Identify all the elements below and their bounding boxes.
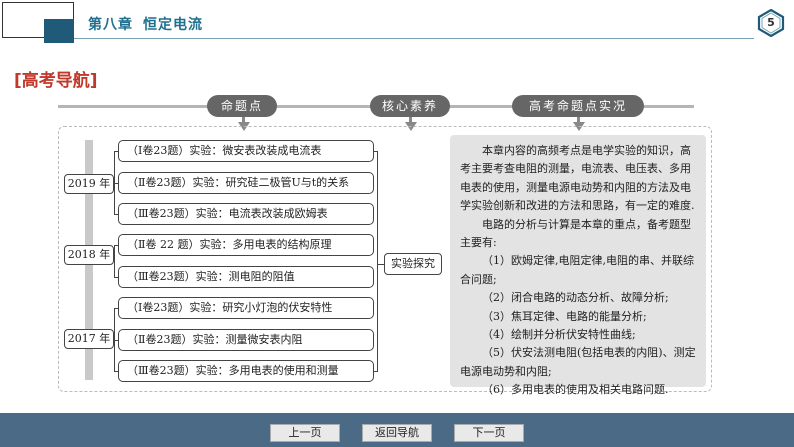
desc-paragraph-1: 本章内容的高频考点是电学实验的知识，高考主要考查电阻的测量，电流表、电压表、多用… bbox=[460, 144, 695, 213]
exam-item-2019-2: （Ⅱ卷23题）实验：研究硅二极管U与t的关系 bbox=[118, 172, 374, 194]
bracket-line bbox=[377, 151, 378, 372]
next-page-button[interactable]: 下一页 bbox=[454, 424, 524, 442]
description-box: 本章内容的高频考点是电学实验的知识，高考主要考查电阻的测量，电流表、电压表、多用… bbox=[450, 135, 706, 396]
pill-exam-reality: 高考命题点实况 bbox=[512, 95, 644, 117]
header-rule bbox=[74, 38, 754, 39]
exam-item-2019-1: （Ⅰ卷23题）实验：微安表改装成电流表 bbox=[118, 140, 374, 162]
pill-core-literacy: 核心素养 bbox=[370, 95, 450, 117]
page-number: 5 bbox=[767, 16, 775, 29]
desc-list-item: （1）欧姆定律,电阻定律,电阻的串、并联综合问题; bbox=[460, 254, 694, 286]
exam-item-2017-1: （Ⅰ卷23题）实验：研究小灯泡的伏安特性 bbox=[118, 297, 374, 319]
desc-list-item: （5）伏安法测电阻(包括电表的内阻)、测定电源电动势和内阻; bbox=[460, 346, 696, 378]
year-2017: 2017 年 bbox=[64, 329, 114, 349]
exam-item-2019-3: （Ⅲ卷23题）实验：电流表改装成欧姆表 bbox=[118, 203, 374, 225]
chapter-topic: 恒定电流 bbox=[143, 17, 203, 33]
section-title: [高考导航] bbox=[14, 71, 98, 91]
year-2018: 2018 年 bbox=[64, 245, 114, 265]
desc-list-item: （2）闭合电路的动态分析、故障分析; bbox=[482, 291, 669, 305]
experiment-label: 实验探究 bbox=[384, 253, 442, 275]
desc-list-item: （3）焦耳定律、电路的能量分析; bbox=[482, 309, 647, 323]
exam-item-2018-2: （Ⅲ卷23题）实验：测电阻的阻值 bbox=[118, 266, 374, 288]
desc-list-item: （4）绘制并分析伏安特性曲线; bbox=[482, 328, 636, 342]
pill-proposition-points: 命题点 bbox=[207, 95, 277, 117]
exam-item-2018-1: （Ⅱ卷 22 题）实验：多用电表的结构原理 bbox=[118, 234, 374, 256]
prev-page-button[interactable]: 上一页 bbox=[270, 424, 340, 442]
bracket-link bbox=[377, 264, 384, 265]
chapter-heading: 第八章 恒定电流 bbox=[88, 14, 213, 34]
year-2019: 2019 年 bbox=[64, 174, 114, 194]
desc-list-item: （6）多用电表的使用及相关电路问题. bbox=[482, 383, 669, 397]
exam-item-2017-2: （Ⅱ卷23题）实验：测量微安表内阻 bbox=[118, 329, 374, 351]
connector-2018 bbox=[114, 245, 115, 277]
back-to-nav-button[interactable]: 返回导航 bbox=[362, 424, 432, 442]
chapter-label: 第八章 bbox=[88, 17, 133, 33]
desc-paragraph-2: 电路的分析与计算是本章的重点，备考题型主要有: bbox=[460, 217, 691, 250]
exam-item-2017-3: （Ⅲ卷23题）实验：多用电表的使用和测量 bbox=[118, 360, 374, 382]
header-block-decoration bbox=[44, 19, 74, 43]
